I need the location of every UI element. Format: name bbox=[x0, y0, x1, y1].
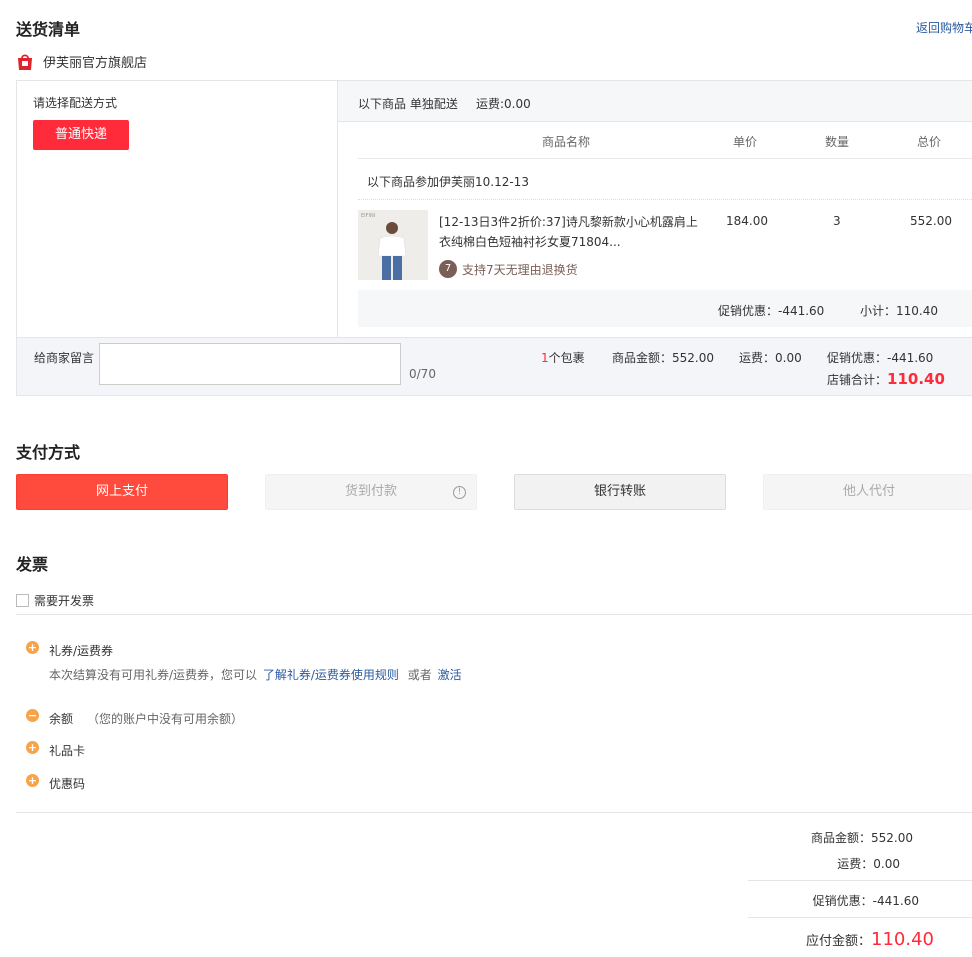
product-title-line1: [12-13日3件2折价:37]诗凡黎新款小心机露肩上 bbox=[439, 215, 698, 229]
coupon-or: 或者 bbox=[407, 668, 432, 682]
product-qty: 3 bbox=[833, 214, 841, 228]
pay-cod-button[interactable]: 货到付款 ! bbox=[265, 474, 477, 510]
page-title: 送货清单 bbox=[16, 20, 81, 39]
package-count: 1 bbox=[541, 351, 549, 365]
pay-cod-label: 货到付款 bbox=[344, 484, 397, 499]
subtotal-value: 小计：110.40 bbox=[860, 304, 938, 318]
summary-discount: 促销优惠：-441.60 bbox=[748, 892, 919, 909]
coupon-desc-text: 本次结算没有可用礼券/运费券，您可以 bbox=[49, 668, 258, 682]
shop-freight: 运费：0.00 bbox=[739, 351, 802, 365]
summary-goods: 商品金额：552.00 bbox=[748, 829, 913, 846]
shop-total-value: 110.40 bbox=[887, 370, 945, 388]
payment-title: 支付方式 bbox=[16, 443, 81, 462]
delivery-option-button[interactable]: 普通快递 bbox=[33, 120, 129, 150]
table-header bbox=[358, 122, 972, 159]
shop-header: 伊芙丽官方旗舰店 bbox=[16, 52, 147, 71]
balance-title[interactable]: 余额 bbox=[49, 710, 73, 727]
divider bbox=[748, 880, 972, 881]
col-header-name: 商品名称 bbox=[542, 135, 591, 149]
invoice-option[interactable]: 需要开发票 bbox=[16, 592, 94, 609]
delivery-label: 请选择配送方式 bbox=[33, 96, 118, 110]
coupon-desc: 本次结算没有可用礼券/运费券，您可以 了解礼券/运费券使用规则 或者 激活 bbox=[49, 666, 462, 683]
pay-online-button[interactable]: 网上支付 bbox=[16, 474, 228, 510]
giftcard-title[interactable]: 礼品卡 bbox=[49, 742, 85, 759]
summary-freight: 运费：0.00 bbox=[748, 855, 900, 872]
expand-plus-icon[interactable]: + bbox=[26, 641, 39, 654]
expand-plus-icon[interactable]: + bbox=[26, 741, 39, 754]
pay-by-others-button[interactable]: 他人代付 bbox=[763, 474, 972, 510]
summary-goods-label: 商品金额： bbox=[810, 831, 871, 845]
divider bbox=[748, 917, 972, 918]
product-image[interactable]: EIFINI bbox=[358, 210, 428, 280]
service-text: 支持7天无理由退换货 bbox=[462, 262, 578, 277]
expand-plus-icon[interactable]: + bbox=[26, 774, 39, 787]
product-title-line2: 衣纯棉白色短袖衬衫女夏71804... bbox=[439, 235, 621, 249]
product-price: 184.00 bbox=[726, 214, 768, 228]
shipment-freight: 运费:0.00 bbox=[476, 97, 531, 111]
service-tag: 7 支持7天无理由退换货 bbox=[439, 260, 578, 278]
shop-total: 店铺合计： 110.40 bbox=[827, 370, 945, 388]
memo-counter: 0/70 bbox=[409, 367, 436, 381]
collapse-minus-icon[interactable]: − bbox=[26, 709, 39, 722]
divider bbox=[16, 812, 972, 813]
invoice-title: 发票 bbox=[16, 555, 49, 574]
memo-textarea[interactable] bbox=[99, 343, 401, 385]
shipment-info: 以下商品 单独配送 bbox=[358, 97, 458, 111]
coupon-activate-link[interactable]: 激活 bbox=[438, 668, 462, 682]
summary-payable-label: 应付金额： bbox=[806, 934, 872, 949]
summary-payable: 应付金额： 110.40 bbox=[748, 929, 934, 950]
info-icon[interactable]: ! bbox=[453, 486, 466, 499]
divider bbox=[16, 614, 972, 615]
balance-desc: （您的账户中没有可用余额） bbox=[87, 712, 244, 726]
col-header-price: 单价 bbox=[733, 135, 758, 149]
summary-goods-value: 552.00 bbox=[871, 831, 913, 845]
invoice-checkbox-label: 需要开发票 bbox=[34, 594, 95, 608]
back-to-cart-link[interactable]: 返回购物车 bbox=[916, 19, 972, 36]
product-photo bbox=[358, 210, 428, 280]
summary-payable-value: 110.40 bbox=[871, 929, 934, 950]
subtotal-discount: 促销优惠：-441.60 bbox=[718, 304, 825, 318]
summary-discount-value: -441.60 bbox=[872, 894, 919, 908]
shop-name[interactable]: 伊芙丽官方旗舰店 bbox=[43, 52, 147, 71]
summary-freight-value: 0.00 bbox=[873, 857, 900, 871]
shop-total-label: 店铺合计： bbox=[827, 373, 888, 387]
product-image-logo: EIFINI bbox=[361, 213, 376, 219]
promo-group-label: 以下商品参加伊芙丽10.12-13 bbox=[367, 175, 529, 189]
package-count-wrap: 1个包裹 bbox=[541, 349, 585, 366]
package-label: 个包裹 bbox=[548, 351, 585, 365]
promo-code-title[interactable]: 优惠码 bbox=[49, 775, 85, 792]
return-badge-icon: 7 bbox=[439, 260, 457, 278]
coupon-rules-link[interactable]: 了解礼券/运费券使用规则 bbox=[263, 668, 399, 682]
shop-goods-amount: 商品金额：552.00 bbox=[612, 351, 714, 365]
product-title[interactable]: [12-13日3件2折价:37]诗凡黎新款小心机露肩上 衣纯棉白色短袖衬衫女夏7… bbox=[439, 212, 709, 252]
invoice-checkbox[interactable] bbox=[16, 594, 29, 607]
summary-freight-label: 运费： bbox=[837, 857, 874, 871]
col-header-total: 总价 bbox=[917, 135, 942, 149]
memo-label: 给商家留言 bbox=[34, 351, 95, 365]
shop-discount: 促销优惠：-441.60 bbox=[827, 351, 934, 365]
col-header-qty: 数量 bbox=[825, 135, 850, 149]
pay-bank-transfer-button[interactable]: 银行转账 bbox=[514, 474, 726, 510]
shop-icon bbox=[18, 53, 32, 70]
summary-discount-label: 促销优惠： bbox=[812, 894, 873, 908]
coupon-title[interactable]: 礼券/运费券 bbox=[49, 642, 113, 659]
product-total: 552.00 bbox=[910, 214, 952, 228]
